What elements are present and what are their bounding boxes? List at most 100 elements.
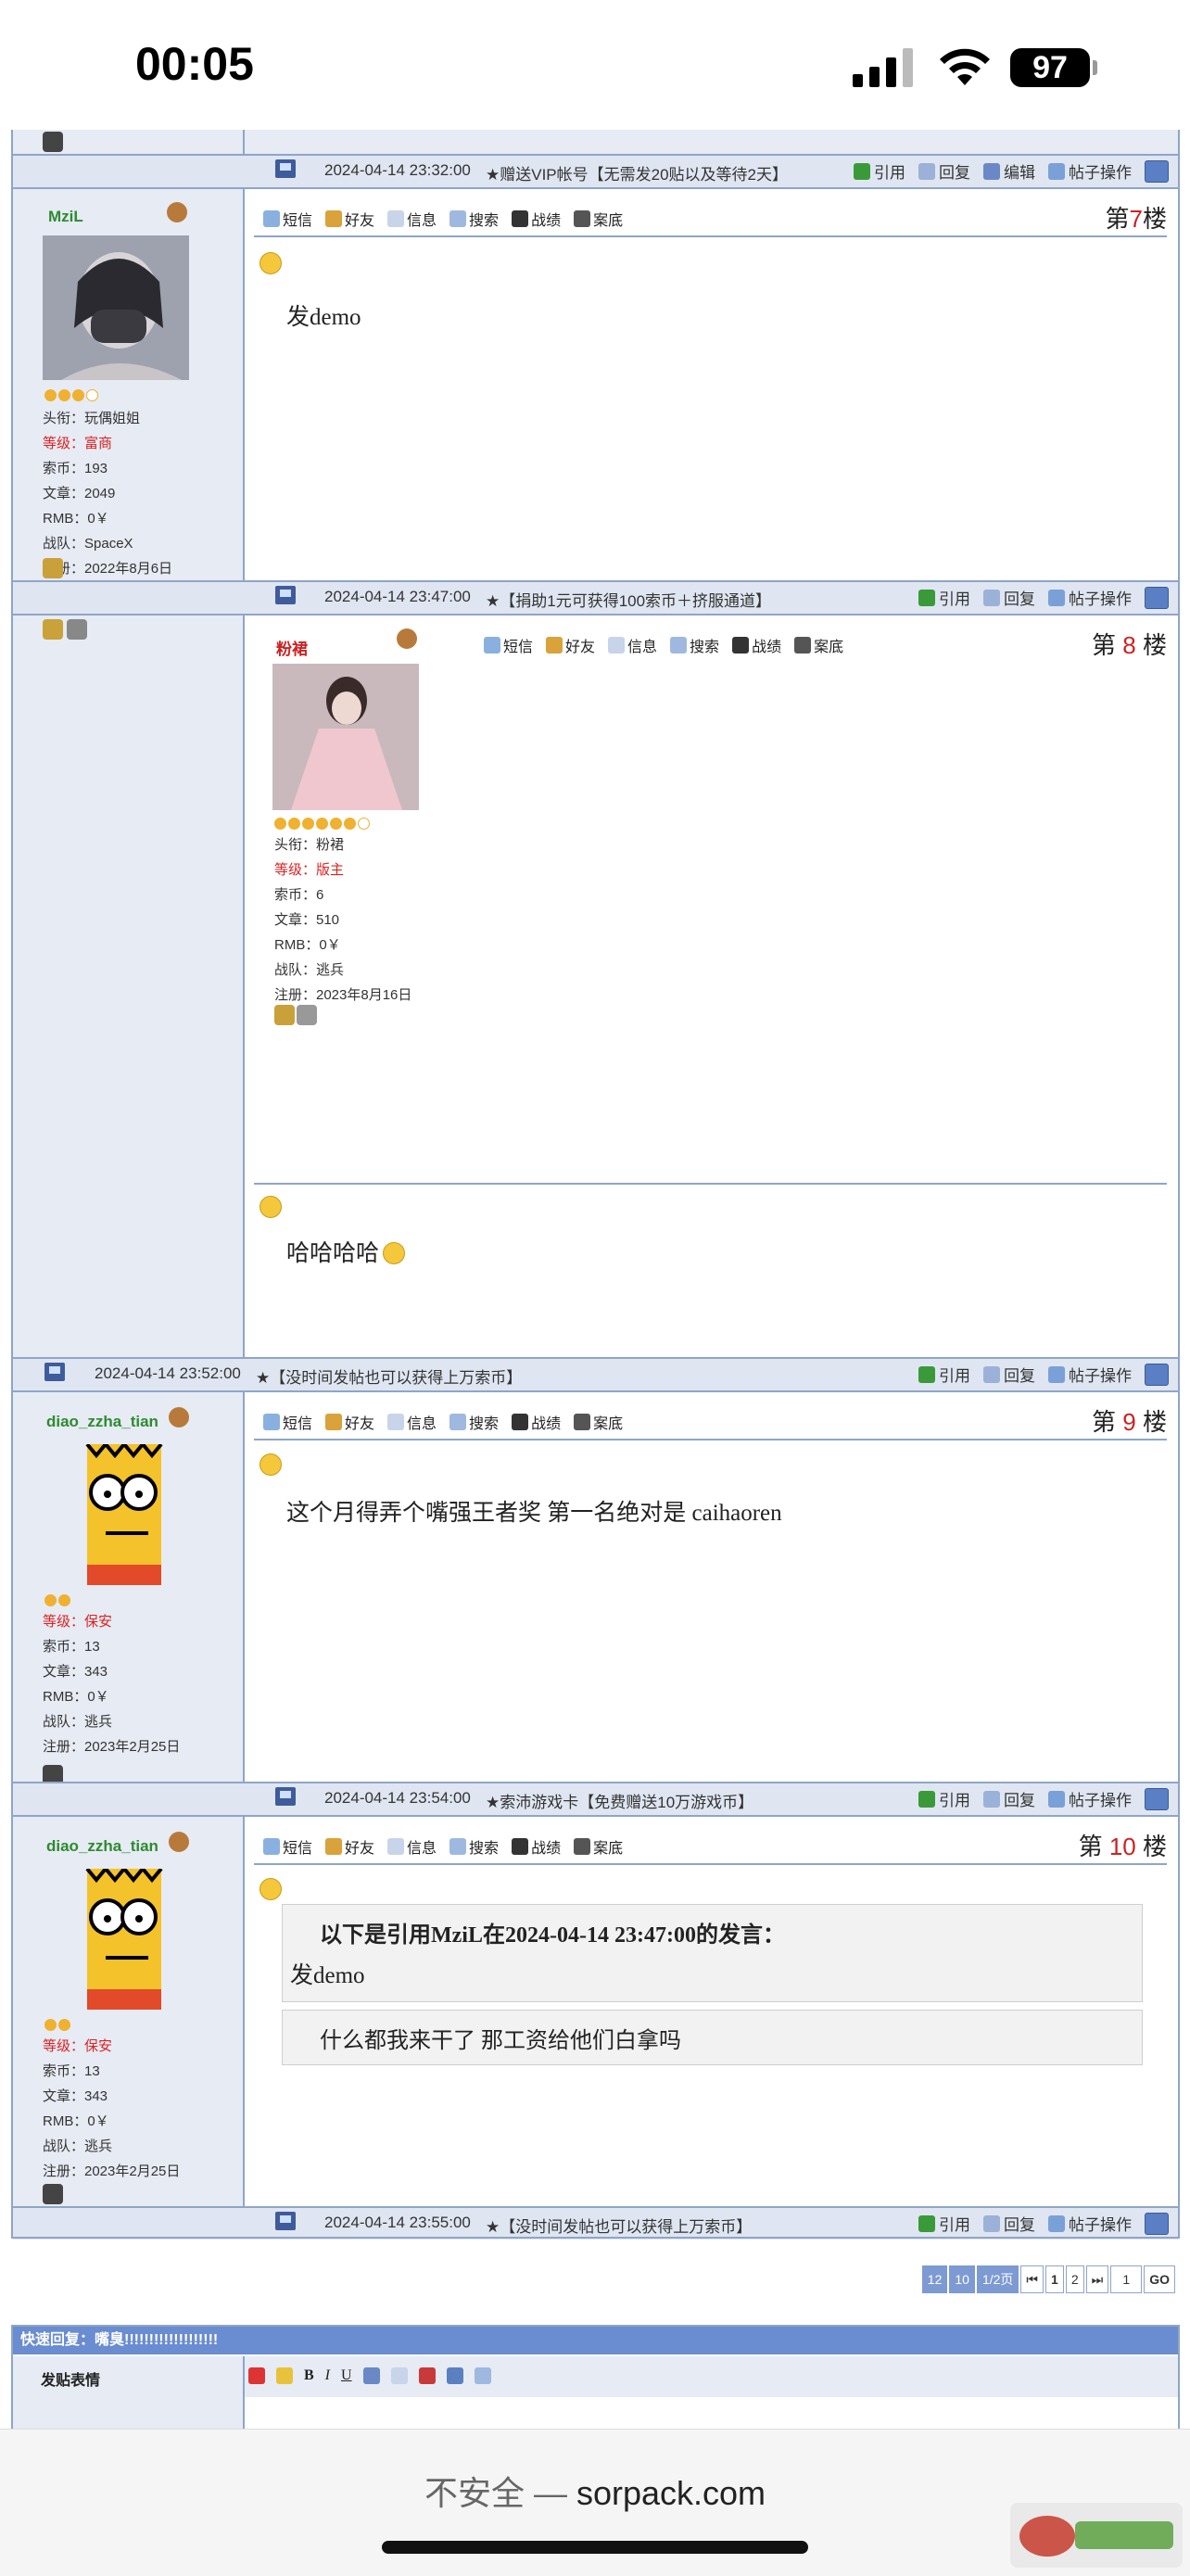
username[interactable]: 粉裙 bbox=[276, 636, 308, 659]
page-jump-input[interactable]: 1 bbox=[1110, 2265, 1143, 2293]
post-date: 2024-04-14 23:47:00 bbox=[324, 588, 471, 605]
scroll-top-button[interactable] bbox=[1145, 1787, 1169, 1810]
user-avatar[interactable] bbox=[59, 1869, 185, 2010]
search-button[interactable]: 搜索 bbox=[449, 1411, 499, 1433]
post-actions-button[interactable]: 帖子操作 bbox=[1048, 2212, 1132, 2235]
floor-number: 第 8 楼 bbox=[1092, 631, 1167, 659]
friend-icon bbox=[546, 637, 563, 654]
flash-icon[interactable] bbox=[418, 2367, 436, 2384]
page-1-link[interactable]: 1 bbox=[1045, 2265, 1064, 2293]
link-icon[interactable] bbox=[362, 2367, 380, 2384]
sms-button[interactable]: 短信 bbox=[263, 1411, 312, 1433]
reply-button[interactable]: 回复 bbox=[983, 1363, 1035, 1386]
case-button[interactable]: 案底 bbox=[574, 1411, 623, 1433]
announcement-link[interactable]: ★【没时间发帖也可以获得上万索币】 bbox=[256, 1364, 522, 1388]
find-icon[interactable] bbox=[474, 2367, 491, 2384]
reply-icon bbox=[918, 162, 935, 180]
search-button[interactable]: 搜索 bbox=[670, 634, 719, 656]
scroll-top-button[interactable] bbox=[1145, 586, 1169, 609]
post-floor-8: 粉裙 头衔：粉裙 等级：版主 索币：6 文章：510 RMB：0￥ 战队：逃兵 … bbox=[13, 615, 1178, 1357]
actions-icon bbox=[1048, 2214, 1065, 2232]
actions-icon bbox=[1048, 589, 1065, 606]
post-actions-button[interactable]: 帖子操作 bbox=[1048, 1363, 1132, 1386]
info-icon bbox=[608, 637, 626, 654]
record-button[interactable]: 战绩 bbox=[732, 634, 781, 656]
record-button[interactable]: 战绩 bbox=[512, 1835, 561, 1858]
monitor-icon bbox=[574, 1414, 591, 1430]
friend-button[interactable]: 好友 bbox=[325, 208, 374, 230]
badge-icon bbox=[43, 558, 63, 578]
quote-icon bbox=[918, 1790, 935, 1808]
sms-button[interactable]: 短信 bbox=[263, 1835, 312, 1858]
friend-button[interactable]: 好友 bbox=[546, 634, 595, 656]
signal-icon bbox=[853, 48, 914, 87]
editor-toolbar-row: 发贴表情 B I U bbox=[13, 2356, 1178, 2397]
font-color-icon[interactable] bbox=[248, 2367, 265, 2384]
quote-button[interactable]: 引用 bbox=[918, 1787, 970, 1810]
announcement-link[interactable]: ★【没时间发帖也可以获得上万索币】 bbox=[486, 2214, 752, 2237]
smile-icon bbox=[260, 1878, 282, 1900]
emoji-icon bbox=[383, 1242, 406, 1264]
smile-icon bbox=[260, 1453, 282, 1476]
search-button[interactable]: 搜索 bbox=[449, 208, 499, 230]
paste-icon[interactable] bbox=[390, 2367, 408, 2384]
friend-button[interactable]: 好友 bbox=[325, 1835, 374, 1858]
reply-button[interactable]: 回复 bbox=[983, 2212, 1035, 2235]
post-actions-button[interactable]: 帖子操作 bbox=[1048, 586, 1132, 609]
quote-button[interactable]: 引用 bbox=[918, 586, 970, 609]
quote-block: 以下是引用MziL在2024-04-14 23:47:00的发言： 发demo bbox=[282, 1904, 1143, 2002]
scroll-top-button[interactable] bbox=[1145, 159, 1169, 183]
underline-icon[interactable]: U bbox=[341, 2367, 352, 2384]
image-icon[interactable] bbox=[446, 2367, 463, 2384]
edit-button[interactable]: 编辑 bbox=[983, 159, 1035, 183]
announcement-link[interactable]: ★【捐助1元可获得100索币＋挤服通道】 bbox=[486, 588, 771, 611]
highlight-icon[interactable] bbox=[276, 2367, 293, 2384]
post-actions-button[interactable]: 帖子操作 bbox=[1048, 1787, 1132, 1810]
record-button[interactable]: 战绩 bbox=[512, 1411, 561, 1433]
status-bar: 00:05 97 bbox=[0, 0, 1190, 130]
sms-button[interactable]: 短信 bbox=[263, 208, 312, 230]
case-button[interactable]: 案底 bbox=[794, 634, 843, 656]
scroll-top-button[interactable] bbox=[1145, 2212, 1169, 2235]
user-avatar[interactable] bbox=[272, 664, 419, 810]
user-avatar[interactable] bbox=[59, 1444, 185, 1585]
battery-indicator: 97 bbox=[1010, 48, 1097, 87]
username[interactable]: MziL bbox=[48, 208, 83, 226]
go-button[interactable]: GO bbox=[1144, 2265, 1175, 2293]
user-toolbar: 短信 好友 信息 搜索 战绩 案底 bbox=[484, 634, 843, 656]
announcement-link[interactable]: ★赠送VIP帐号【无需发20贴以及等待2天】 bbox=[486, 161, 788, 184]
username[interactable]: diao_zzha_tian bbox=[46, 1413, 158, 1431]
info-button[interactable]: 信息 bbox=[608, 634, 657, 656]
case-button[interactable]: 案底 bbox=[574, 208, 623, 230]
info-button[interactable]: 信息 bbox=[387, 1835, 437, 1858]
first-page-button[interactable]: ⏮ bbox=[1020, 2265, 1044, 2293]
bold-icon[interactable]: B bbox=[304, 2367, 314, 2384]
reply-button[interactable]: 回复 bbox=[983, 1787, 1035, 1810]
sms-button[interactable]: 短信 bbox=[484, 634, 533, 656]
rank-stars bbox=[274, 818, 372, 832]
info-button[interactable]: 信息 bbox=[387, 208, 437, 230]
friend-button[interactable]: 好友 bbox=[325, 1411, 374, 1433]
user-avatar[interactable] bbox=[43, 235, 189, 380]
quote-button[interactable]: 引用 bbox=[918, 2212, 970, 2235]
quote-button[interactable]: 引用 bbox=[918, 1363, 970, 1386]
post-actions-button[interactable]: 帖子操作 bbox=[1048, 159, 1132, 183]
post-message: 发demo bbox=[286, 305, 361, 330]
info-button[interactable]: 信息 bbox=[387, 1411, 437, 1433]
last-page-button[interactable]: ⏭ bbox=[1085, 2265, 1109, 2293]
page-2-link[interactable]: 2 bbox=[1065, 2265, 1084, 2293]
reply-button[interactable]: 回复 bbox=[918, 159, 970, 183]
record-button[interactable]: 战绩 bbox=[512, 208, 561, 230]
watermark-logo bbox=[1010, 2503, 1183, 2568]
username[interactable]: diao_zzha_tian bbox=[46, 1837, 158, 1856]
search-button[interactable]: 搜索 bbox=[449, 1835, 499, 1858]
post-footer-bar: 2024-04-14 23:32:00 ★赠送VIP帐号【无需发20贴以及等待2… bbox=[13, 154, 1178, 187]
case-button[interactable]: 案底 bbox=[574, 1835, 623, 1858]
scroll-top-button[interactable] bbox=[1145, 1363, 1169, 1386]
info-icon bbox=[387, 1838, 405, 1855]
quote-button[interactable]: 引用 bbox=[854, 159, 905, 183]
italic-icon[interactable]: I bbox=[325, 2367, 330, 2384]
announcement-link[interactable]: ★索沛游戏卡【免费赠送10万游戏币】 bbox=[486, 1789, 753, 1812]
post-footer-bar: 2024-04-14 23:47:00 ★【捐助1元可获得100索币＋挤服通道】… bbox=[13, 580, 1178, 614]
reply-button[interactable]: 回复 bbox=[983, 586, 1035, 609]
